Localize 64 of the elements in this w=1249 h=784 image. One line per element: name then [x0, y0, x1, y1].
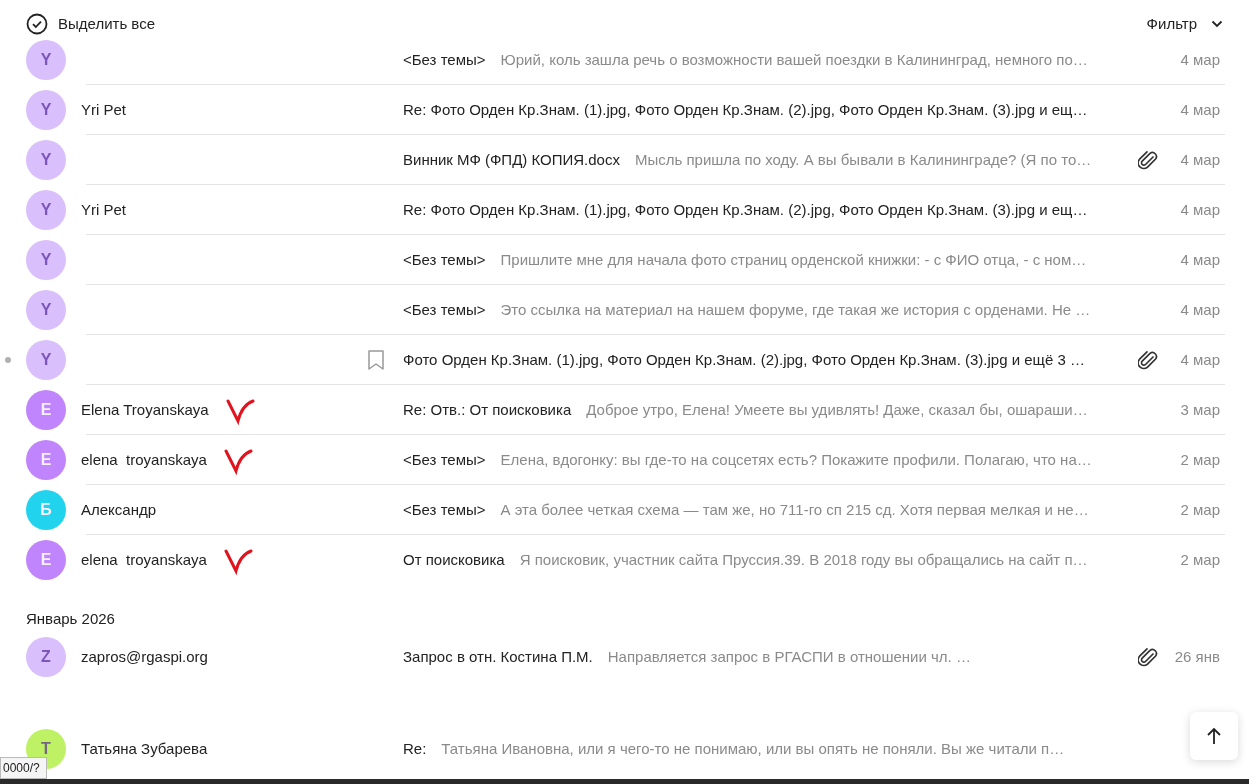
message-subject: Re: Фото Орден Кр.Знам. (1).jpg, Фото Орден Кр.Знам. (2).jpg, Фото Орден Кр.Знам. (3).jpg и ещ… [403, 199, 1088, 220]
section-heading: Январь 2026 [26, 608, 115, 629]
sender-name: Александр [81, 499, 157, 520]
sender-name: Elena Troyanskaya [81, 399, 209, 420]
message-date: 2 мар [1180, 501, 1220, 518]
sender-name: Татьяна Зубарева [81, 738, 208, 759]
status-tooltip: 0000/? [0, 757, 47, 779]
message-preview: Доброе утро, Елена! Умеете вы удивлять! Даже, сказал бы, ошараши… [586, 399, 1088, 420]
message-subject: <Без темы> [403, 449, 486, 470]
avatar: E [26, 390, 66, 430]
avatar: E [26, 440, 66, 480]
message-preview: Это ссылка на материал на нашем форуме, где такая же история с орденами. Не … [500, 299, 1091, 320]
bookmark-icon[interactable] [367, 349, 385, 371]
scroll-to-top-button[interactable] [1190, 712, 1238, 760]
avatar: Y [26, 240, 66, 280]
sender-name: Yri Pet [81, 199, 126, 220]
message-preview: Направляется запрос в РГАСПИ в отношении чл. … [607, 646, 971, 667]
select-all-button[interactable]: Выделить все [26, 12, 155, 36]
message-preview: Елена, вдогонку: вы где-то на соцсетях есть? Покажите профили. Полагаю, что на… [500, 449, 1092, 470]
message-date: 3 мар [1180, 401, 1220, 418]
message-preview: Татьяна Ивановна, или я чего-то не понимаю, или вы опять не поняли. Вы же читали п… [441, 738, 1065, 759]
avatar: Y [26, 90, 66, 130]
sender-name: zapros@rgaspi.org [81, 646, 208, 667]
message-preview: Мысль пришла по ходу. А вы бывали в Калининграде? (Я по то… [634, 149, 1092, 170]
avatar: Y [26, 340, 66, 380]
avatar: Y [26, 140, 66, 180]
avatar: Z [26, 637, 66, 677]
message-subject: Запрос в отн. Костина П.М. [403, 646, 593, 667]
message-date: 4 мар [1180, 101, 1220, 118]
arrow-up-icon [1206, 727, 1222, 745]
message-date: 2 мар [1180, 551, 1220, 568]
message-preview: Юрий, коль зашла речь о возможности вашей поездки в Калининград, немного по… [500, 49, 1088, 70]
message-subject: Re: Фото Орден Кр.Знам. (1).jpg, Фото Орден Кр.Знам. (2).jpg, Фото Орден Кр.Знам. (3).jpg и ещ… [403, 99, 1088, 120]
message-date: 26 янв [1174, 648, 1220, 665]
check-circle-icon [26, 13, 48, 35]
avatar: Y [26, 290, 66, 330]
avatar: Y [26, 190, 66, 230]
avatar: Y [26, 40, 66, 80]
chevron-down-icon [1211, 20, 1223, 28]
message-date: 4 мар [1180, 151, 1220, 168]
message-subject: От поисковика [403, 549, 505, 570]
avatar: Б [26, 490, 66, 530]
message-date: 4 мар [1180, 251, 1220, 268]
message-subject: Re: [403, 738, 427, 759]
filter-button[interactable]: Фильтр [1146, 12, 1223, 36]
avatar: E [26, 540, 66, 580]
message-preview: А эта более четкая схема — там же, но 711-го сп 215 сд. Хотя первая мелкая и не… [500, 499, 1089, 520]
message-date: 4 мар [1180, 201, 1220, 218]
message-subject: <Без темы> [403, 49, 486, 70]
message-preview: Пришлите мне для начала фото страниц орденской книжки: - с ФИО отца, - с ном… [500, 249, 1087, 270]
sender-name: elena troyanskaya [81, 549, 207, 570]
message-date: 4 мар [1180, 51, 1220, 68]
message-date: 4 мар [1180, 301, 1220, 318]
message-subject: <Без темы> [403, 249, 486, 270]
message-subject: Re: Отв.: От поисковика [403, 399, 572, 420]
message-subject: Фото Орден Кр.Знам. (1).jpg, Фото Орден Кр.Знам. (2).jpg, Фото Орден Кр.Знам. (3).jpg и ещё 3 … [403, 349, 1085, 370]
message-preview: Я поисковик, участник сайта Пруссия.39. В 2018 году вы обращались на сайт п… [519, 549, 1088, 570]
sender-name: elena troyanskaya [81, 449, 207, 470]
message-date: 2 мар [1180, 451, 1220, 468]
message-subject: <Без темы> [403, 299, 486, 320]
message-subject: <Без темы> [403, 499, 486, 520]
message-date: 4 мар [1180, 351, 1220, 368]
message-subject: Винник МФ (ФПД) КОПИЯ.docx [403, 149, 620, 170]
sender-name: Yri Pet [81, 99, 126, 120]
